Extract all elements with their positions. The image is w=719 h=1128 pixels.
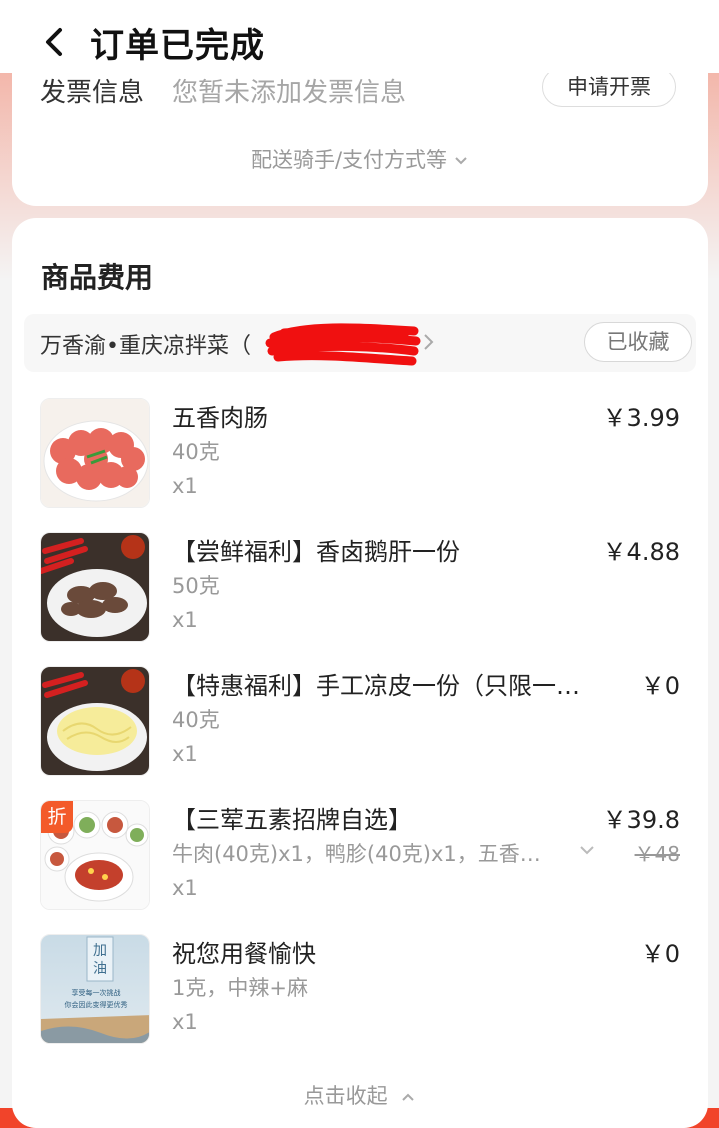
card-text-1: 加 — [93, 943, 107, 959]
chevron-down-icon — [455, 157, 467, 165]
back-arrow-icon[interactable] — [38, 22, 70, 62]
item-quantity: x1 — [172, 876, 198, 900]
item-spec: 50克 — [172, 574, 220, 598]
goods-item[interactable]: 折 【三荤五素招牌自选】 牛肉(40克)x1，鸭胗(40克)x1，五香… x1 … — [40, 800, 692, 912]
item-spec: 40克 — [172, 708, 220, 732]
item-name: 【尝鲜福利】香卤鹅肝一份 — [172, 538, 460, 566]
item-spec: 1克，中辣+麻 — [172, 976, 308, 1000]
item-name: 五香肉肠 — [172, 404, 268, 432]
item-price: ￥4.88 — [602, 538, 680, 566]
invoice-label: 发票信息 — [40, 78, 145, 108]
item-spec: 牛肉(40克)x1，鸭胗(40克)x1，五香… — [172, 842, 541, 866]
top-bar: 订单已完成 — [0, 0, 719, 73]
item-price: ￥3.99 — [602, 404, 680, 432]
chevron-down-icon[interactable] — [578, 844, 596, 856]
card-text-4: 你会因此变得更优秀 — [65, 1000, 128, 1009]
item-quantity: x1 — [172, 1010, 198, 1034]
item-original-price: ￥48 — [634, 842, 680, 866]
item-price: ￥0 — [640, 940, 680, 968]
sausage-dish-icon — [40, 398, 150, 508]
goods-item[interactable]: 【特惠福利】手工凉皮一份（只限一… 40克 x1 ￥0 — [40, 666, 692, 778]
item-quantity: x1 — [172, 742, 198, 766]
item-name: 【三荤五素招牌自选】 — [172, 806, 412, 834]
chevron-up-icon — [402, 1093, 415, 1101]
goods-item[interactable]: 五香肉肠 40克 x1 ￥3.99 — [40, 398, 692, 510]
goose-liver-dish-icon — [40, 532, 150, 642]
page-title: 订单已完成 — [90, 26, 265, 66]
collapse-toggle[interactable]: 点击收起 — [12, 1080, 708, 1110]
card-text-2: 油 — [93, 961, 107, 977]
more-info-toggle[interactable]: 配送骑手/支付方式等 — [12, 144, 708, 174]
item-quantity: x1 — [172, 474, 198, 498]
goods-item[interactable]: 【尝鲜福利】香卤鹅肝一份 50克 x1 ￥4.88 — [40, 532, 692, 644]
store-name: 万香渝•重庆凉拌菜（ — [40, 334, 251, 359]
collapse-label: 点击收起 — [303, 1084, 388, 1108]
card-text-3: 享受每一次挑战 — [72, 988, 121, 997]
invoice-value: 您暂未添加发票信息 — [172, 78, 407, 108]
item-price: ￥39.8 — [602, 806, 680, 834]
favorite-button[interactable]: 已收藏 — [584, 322, 692, 362]
apply-invoice-button[interactable]: 申请开票 — [542, 67, 676, 107]
goods-card: 商品费用 万香渝•重庆凉拌菜（ 已收藏 五香肉肠 40克 x1 ￥3.99 【尝… — [12, 218, 708, 1128]
chevron-right-icon — [424, 334, 434, 350]
redaction-scribble — [265, 323, 421, 366]
store-row[interactable]: 万香渝•重庆凉拌菜（ 已收藏 — [24, 314, 696, 372]
item-spec: 40克 — [172, 440, 220, 464]
greeting-card-icon: 加 油 享受每一次挑战 你会因此变得更优秀 — [40, 934, 150, 1044]
item-quantity: x1 — [172, 608, 198, 632]
goods-item[interactable]: 加 油 享受每一次挑战 你会因此变得更优秀 祝您用餐愉快 1克，中辣+麻 x1 … — [40, 934, 692, 1046]
item-name: 【特惠福利】手工凉皮一份（只限一… — [172, 672, 580, 700]
more-info-label: 配送骑手/支付方式等 — [250, 148, 448, 172]
combo-dishes-icon: 折 — [40, 800, 150, 910]
cold-noodle-dish-icon — [40, 666, 150, 776]
goods-section-title: 商品费用 — [41, 261, 154, 294]
discount-badge: 折 — [41, 801, 73, 833]
item-name: 祝您用餐愉快 — [172, 940, 316, 968]
item-price: ￥0 — [640, 672, 680, 700]
